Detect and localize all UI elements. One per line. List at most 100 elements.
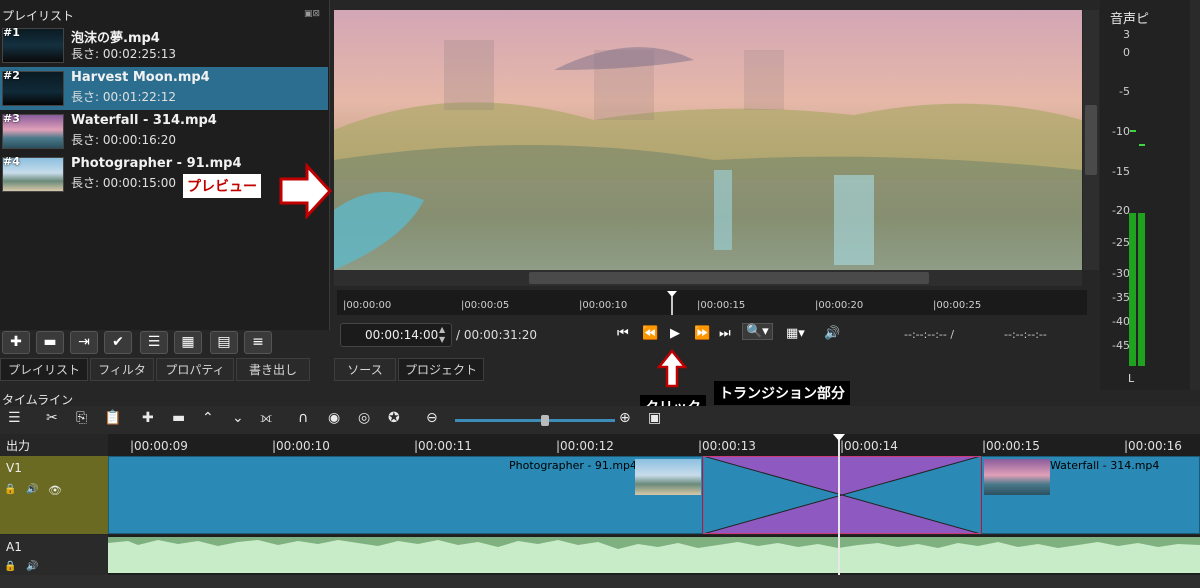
in-point: --:--:--:-- / xyxy=(904,328,955,341)
db-label: -5 xyxy=(1119,85,1130,98)
tab-source[interactable]: ソース xyxy=(334,358,396,381)
clip-label: Waterfall - 314.mp4 xyxy=(1050,459,1160,472)
ripple-icon[interactable]: ◎ xyxy=(358,410,370,426)
track-header-a1[interactable]: A1 🔒 🔊 xyxy=(0,535,108,575)
timeline-ruler[interactable]: |00:00:09 |00:00:10 |00:00:11 |00:00:12 … xyxy=(108,434,1200,456)
playlist-item-name: 泡沫の夢.mp4 xyxy=(71,31,160,46)
db-label: -15 xyxy=(1112,165,1130,178)
tab-export[interactable]: 書き出し xyxy=(236,358,310,381)
scrub-icon[interactable]: ◉ xyxy=(328,410,340,426)
timecode-label: |00:00:15 xyxy=(982,439,1040,453)
playlist-item-length: 長さ: 00:01:22:12 xyxy=(71,90,177,104)
tab-project[interactable]: プロジェクト xyxy=(398,358,484,381)
track-label: V1 xyxy=(6,461,22,475)
out-point: --:--:--:-- xyxy=(1004,328,1047,341)
add-button[interactable]: ✚ xyxy=(2,331,30,354)
zoom-slider[interactable] xyxy=(455,415,615,426)
snap-icon[interactable]: ∩ xyxy=(298,410,308,426)
timecode-label: |00:00:10 xyxy=(272,439,330,453)
lift-icon[interactable]: ⌃ xyxy=(202,410,214,426)
clip-thumbnail xyxy=(984,459,1050,495)
timecode-label: |00:00:12 xyxy=(556,439,614,453)
playhead-marker-icon[interactable] xyxy=(833,434,845,442)
playlist-item-number: #4 xyxy=(3,155,20,168)
zoom-out-icon[interactable]: ⊖ xyxy=(426,410,438,426)
clip-waterfall[interactable]: Waterfall - 314.mp4 xyxy=(981,456,1200,534)
tab-playlist[interactable]: プレイリスト xyxy=(0,358,88,381)
overwrite-icon[interactable]: ⌄ xyxy=(232,410,244,426)
update-button[interactable]: ⇥ xyxy=(70,331,98,354)
tab-properties[interactable]: プロパティ xyxy=(156,358,234,381)
playlist-item-length: 長さ: 00:00:15:00 xyxy=(71,176,177,190)
total-time: / 00:00:31:20 xyxy=(456,328,538,342)
cut-icon[interactable]: ✂ xyxy=(46,410,58,426)
peak-marker xyxy=(1130,130,1136,132)
level-bar-left xyxy=(1129,213,1136,366)
lock-icon[interactable]: 🔒 xyxy=(4,561,16,572)
menu-button[interactable]: ≡ xyxy=(244,331,272,354)
timecode-label: |00:00:16 xyxy=(1124,439,1182,453)
zoom-icon[interactable]: 🔍▾ xyxy=(742,323,773,340)
preview-vscrollbar[interactable] xyxy=(1083,10,1099,270)
preview-timeline-ruler[interactable]: |00:00:00 |00:00:05 |00:00:10 |00:00:15 … xyxy=(337,290,1087,315)
list-view-button[interactable]: ☰ xyxy=(140,331,168,354)
playlist-item-3[interactable]: #3 Waterfall - 314.mp4 長さ: 00:00:16:20 xyxy=(0,110,328,153)
output-label: 出力 xyxy=(6,439,31,453)
ripple-all-icon[interactable]: ✪ xyxy=(388,410,400,426)
mute-icon[interactable]: 🔊 xyxy=(26,484,38,495)
append-icon[interactable]: ✚ xyxy=(142,410,154,426)
ruler-label: |00:00:05 xyxy=(461,300,510,311)
current-time-value: 00:00:14:00 xyxy=(365,328,439,342)
track-header-v1[interactable]: V1 🔒 🔊 👁 xyxy=(0,456,108,534)
mute-icon[interactable]: 🔊 xyxy=(26,561,38,572)
video-preview[interactable] xyxy=(334,10,1082,270)
detail-view-button[interactable]: ▤ xyxy=(210,331,238,354)
scrollbar-thumb[interactable] xyxy=(529,272,929,284)
playlist-item-number: #1 xyxy=(3,26,20,39)
panel-float-close-icon[interactable]: ▣⊠ xyxy=(304,9,320,19)
grid-icon[interactable]: ▦▾ xyxy=(786,326,805,341)
volume-icon[interactable]: 🔊 xyxy=(824,326,840,341)
check-button[interactable]: ✔ xyxy=(104,331,132,354)
skip-end-icon[interactable]: ⏭ xyxy=(719,326,731,341)
db-label: 0 xyxy=(1123,46,1130,59)
timeline-menu-icon[interactable]: ☰ xyxy=(8,410,21,426)
zoom-in-icon[interactable]: ⊕ xyxy=(619,410,631,426)
preview-hscrollbar[interactable] xyxy=(334,270,1082,286)
playlist-item-name: Harvest Moon.mp4 xyxy=(71,70,210,85)
transition-clip[interactable] xyxy=(702,455,982,535)
clip-thumbnail xyxy=(635,459,701,495)
playhead-icon[interactable] xyxy=(666,290,678,315)
remove-button[interactable]: ▬ xyxy=(36,331,64,354)
playlist-item-number: #2 xyxy=(3,69,20,82)
lock-icon[interactable]: 🔒 xyxy=(4,484,16,495)
zoom-slider-handle[interactable] xyxy=(541,415,549,426)
skip-start-icon[interactable]: ⏮ xyxy=(617,326,629,341)
split-icon[interactable]: ⟗ xyxy=(260,410,272,426)
playlist-item-1[interactable]: #1 泡沫の夢.mp4 長さ: 00:02:25:13 xyxy=(0,24,328,67)
meter-title: 音声ピ xyxy=(1110,12,1150,27)
clip-photographer[interactable]: Photographer - 91.mp4 xyxy=(108,456,703,534)
db-label: -20 xyxy=(1112,204,1130,217)
rewind-icon[interactable]: ⏪ xyxy=(642,326,658,341)
peak-marker xyxy=(1139,144,1145,146)
visibility-icon[interactable]: 👁 xyxy=(48,484,62,497)
tab-filter[interactable]: フィルタ xyxy=(90,358,154,381)
audio-track-a1[interactable] xyxy=(108,535,1200,575)
timeline-playhead[interactable] xyxy=(838,434,840,588)
paste-icon[interactable]: 📋 xyxy=(104,410,121,426)
ruler-label: |00:00:25 xyxy=(933,300,982,311)
grid-view-button[interactable]: ▦ xyxy=(174,331,202,354)
time-spin-icon[interactable]: ▲ ▼ xyxy=(439,325,445,345)
copy-icon[interactable]: ⎘ xyxy=(76,410,87,426)
ripple-delete-icon[interactable]: ▬ xyxy=(172,410,185,426)
current-time-field[interactable]: 00:00:14:00 ▲ ▼ xyxy=(340,323,452,347)
timeline-hscrollbar[interactable] xyxy=(0,575,1200,588)
scrollbar-thumb[interactable] xyxy=(1085,105,1097,175)
db-label: -40 xyxy=(1112,315,1130,328)
output-header: 出力 xyxy=(0,434,108,456)
play-icon[interactable]: ▶ xyxy=(670,326,680,341)
fast-forward-icon[interactable]: ⏩ xyxy=(694,326,710,341)
playlist-item-2[interactable]: #2 Harvest Moon.mp4 長さ: 00:01:22:12 xyxy=(0,67,328,110)
zoom-fit-icon[interactable]: ▣ xyxy=(648,410,661,426)
